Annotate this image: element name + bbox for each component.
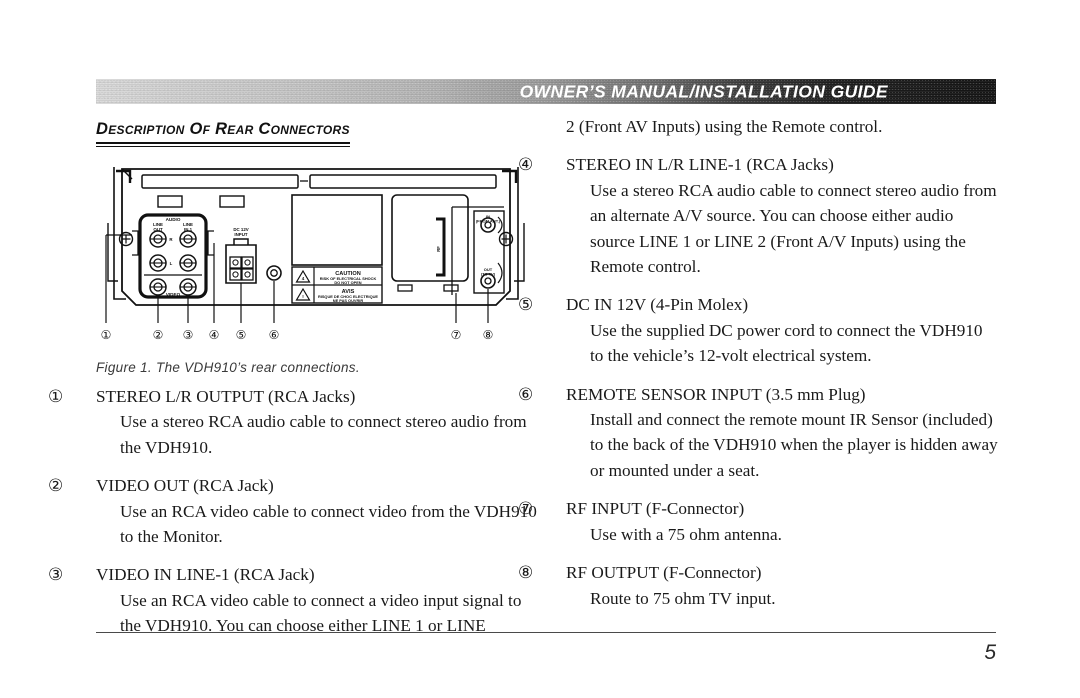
svg-text:L: L [170, 261, 173, 266]
callout-8: ⑧ [483, 328, 494, 342]
figure-rear-panel-diagram: AUDIO LINE OUT LINE IN 1 R L VIDEO DC 12… [96, 163, 536, 353]
connector-entry-body: Use a stereo RCA audio cable to connect … [590, 180, 997, 277]
connector-entry-title: ⑧ RF OUTPUT (F-Connector) [518, 560, 998, 585]
svg-text:RF: RF [436, 246, 441, 252]
connector-entry-title: ⑥ REMOTE SENSOR INPUT (3.5 mm Plug) [518, 382, 998, 407]
svg-text:NE PAS OUVRIR: NE PAS OUVRIR [333, 298, 364, 303]
svg-text:R: R [169, 237, 173, 242]
svg-text:AUDIO: AUDIO [166, 217, 181, 222]
connector-entry-number: ⑤ [518, 295, 534, 315]
connector-entry-title-text: RF INPUT (F-Connector) [566, 499, 745, 519]
connector-entry-title: ② VIDEO OUT (RCA Jack) [48, 473, 544, 498]
connector-entry-body: Use an RCA video cable to connect video … [120, 501, 537, 547]
connector-entry-title: ⑦ RF INPUT (F-Connector) [518, 496, 998, 521]
header-banner: OWNER’S MANUAL/INSTALLATION GUIDE [96, 79, 996, 104]
figure-caption: Figure 1. The VDH910’s rear connections. [96, 360, 360, 375]
connector-entry-number: ④ [518, 155, 534, 175]
svg-text:!: ! [302, 294, 304, 299]
connector-entry-title-text: STEREO IN L/R LINE-1 (RCA Jacks) [566, 155, 834, 175]
connector-entry-number: ⑥ [518, 384, 534, 404]
connector-entry-title-text: RF OUTPUT (F-Connector) [566, 563, 762, 583]
connector-entry: ④ STEREO IN L/R LINE-1 (RCA Jacks) Use a … [518, 152, 998, 279]
connector-entry-body: Install and connect the remote mount IR … [590, 410, 998, 480]
connector-entry-title-text: VIDEO IN LINE-1 (RCA Jack) [96, 565, 315, 585]
connector-entry: ⑤ DC IN 12V (4-Pin Molex) Use the supplie… [518, 292, 998, 368]
connector-entry-title-text: STEREO L/R OUTPUT (RCA Jacks) [96, 387, 356, 406]
connector-entry: ③ VIDEO IN LINE-1 (RCA Jack) Use an RCA v… [48, 562, 544, 638]
connector-entry-title: ③ VIDEO IN LINE-1 (RCA Jack) [48, 562, 544, 587]
connector-entry-body: Route to 75 ohm TV input. [590, 588, 776, 608]
svg-text:VIDEO: VIDEO [166, 292, 181, 297]
manual-page: OWNER’S MANUAL/INSTALLATION GUIDE Descri… [0, 0, 1080, 698]
connector-entry: ⑦ RF INPUT (F-Connector) Use with a 75 oh… [518, 496, 998, 547]
connector-entry-title-text: REMOTE SENSOR INPUT (3.5 mm Plug) [566, 384, 866, 404]
svg-text:DO NOT OPEN: DO NOT OPEN [334, 280, 361, 285]
section-heading: Description Of Rear Connectors [96, 120, 350, 147]
callout-6: ⑥ [269, 328, 280, 342]
callout-3: ③ [183, 328, 194, 342]
svg-text:(FROM ANT.): (FROM ANT.) [476, 219, 501, 224]
svg-text:INPUT: INPUT [234, 232, 247, 237]
body-column-left: ① STEREO L/R OUTPUT (RCA Jacks) Use a ste… [48, 384, 544, 639]
footer-divider [96, 632, 996, 633]
continuation-text: 2 (Front AV Inputs) using the Remote con… [566, 117, 883, 136]
connector-entry-number: ① [48, 387, 64, 406]
connector-entry-title: ④ STEREO IN L/R LINE-1 (RCA Jacks) [518, 152, 998, 177]
connector-entry-title: ① STEREO L/R OUTPUT (RCA Jacks) [48, 384, 544, 409]
connector-entry-title-text: VIDEO OUT (RCA Jack) [96, 476, 274, 496]
connector-entry-number: ⑦ [518, 499, 534, 519]
connector-entry-body: Use the supplied DC power cord to connec… [590, 320, 983, 366]
connector-entry: ② VIDEO OUT (RCA Jack) Use an RCA video c… [48, 473, 544, 549]
rear-panel-svg: AUDIO LINE OUT LINE IN 1 R L VIDEO DC 12… [101, 167, 525, 342]
connector-entry: ⑧ RF OUTPUT (F-Connector) Route to 75 ohm… [518, 560, 998, 611]
connector-entry: ① STEREO L/R OUTPUT (RCA Jacks) Use a ste… [48, 384, 544, 460]
connector-entry-number: ② [48, 476, 64, 496]
callout-2: ② [153, 328, 164, 342]
connector-entry-title-text: DC IN 12V (4-Pin Molex) [566, 295, 749, 315]
connector-entry-body: Use a stereo RCA audio cable to connect … [120, 412, 527, 457]
svg-text:4: 4 [302, 276, 305, 281]
body-column-right: 2 (Front AV Inputs) using the Remote con… [518, 114, 998, 611]
callout-7: ⑦ [451, 328, 462, 342]
page-number: 5 [984, 641, 996, 664]
connector-entry-title: ⑤ DC IN 12V (4-Pin Molex) [518, 292, 998, 317]
connector-entry: ⑥ REMOTE SENSOR INPUT (3.5 mm Plug) Insta… [518, 382, 998, 484]
svg-text:(TO TV): (TO TV) [481, 272, 496, 277]
svg-text:IN 1: IN 1 [184, 227, 193, 232]
connector-entry-body: Use with a 75 ohm antenna. [590, 524, 782, 544]
callout-4: ④ [209, 328, 220, 342]
callout-5: ⑤ [236, 328, 247, 342]
svg-text:OUT: OUT [153, 227, 163, 232]
connector-entry-number: ③ [48, 565, 64, 585]
connector-entry-number: ⑧ [518, 563, 534, 583]
banner-title: OWNER’S MANUAL/INSTALLATION GUIDE [519, 81, 888, 101]
callout-1: ① [101, 328, 112, 342]
